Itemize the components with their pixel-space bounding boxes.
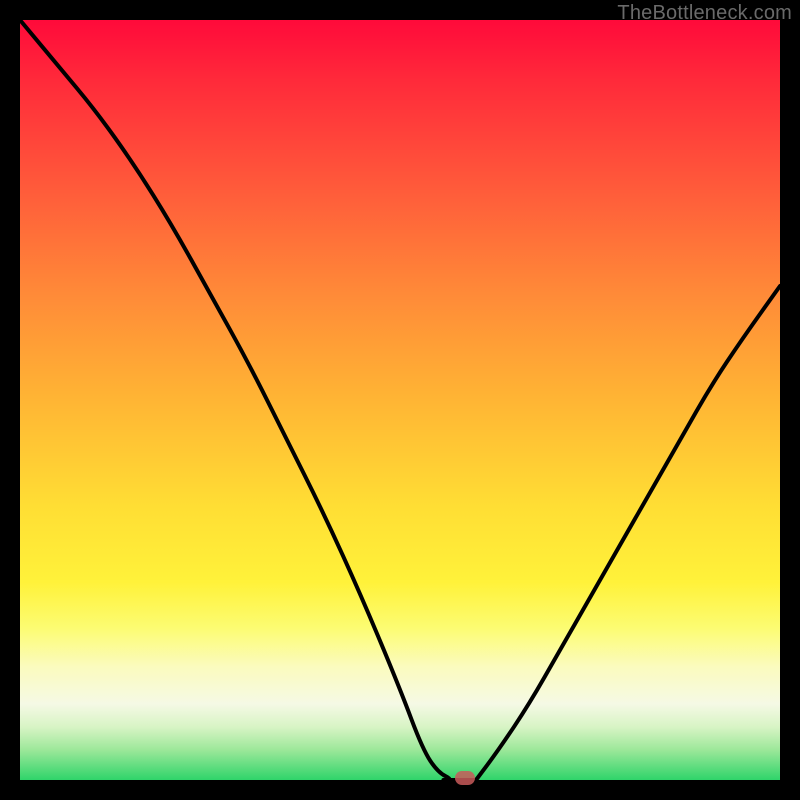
watermark-text: TheBottleneck.com [617, 2, 792, 25]
curve-path [20, 20, 780, 780]
bottleneck-curve [20, 20, 780, 780]
optimal-point-marker [455, 771, 475, 785]
chart-frame: TheBottleneck.com [0, 0, 800, 800]
